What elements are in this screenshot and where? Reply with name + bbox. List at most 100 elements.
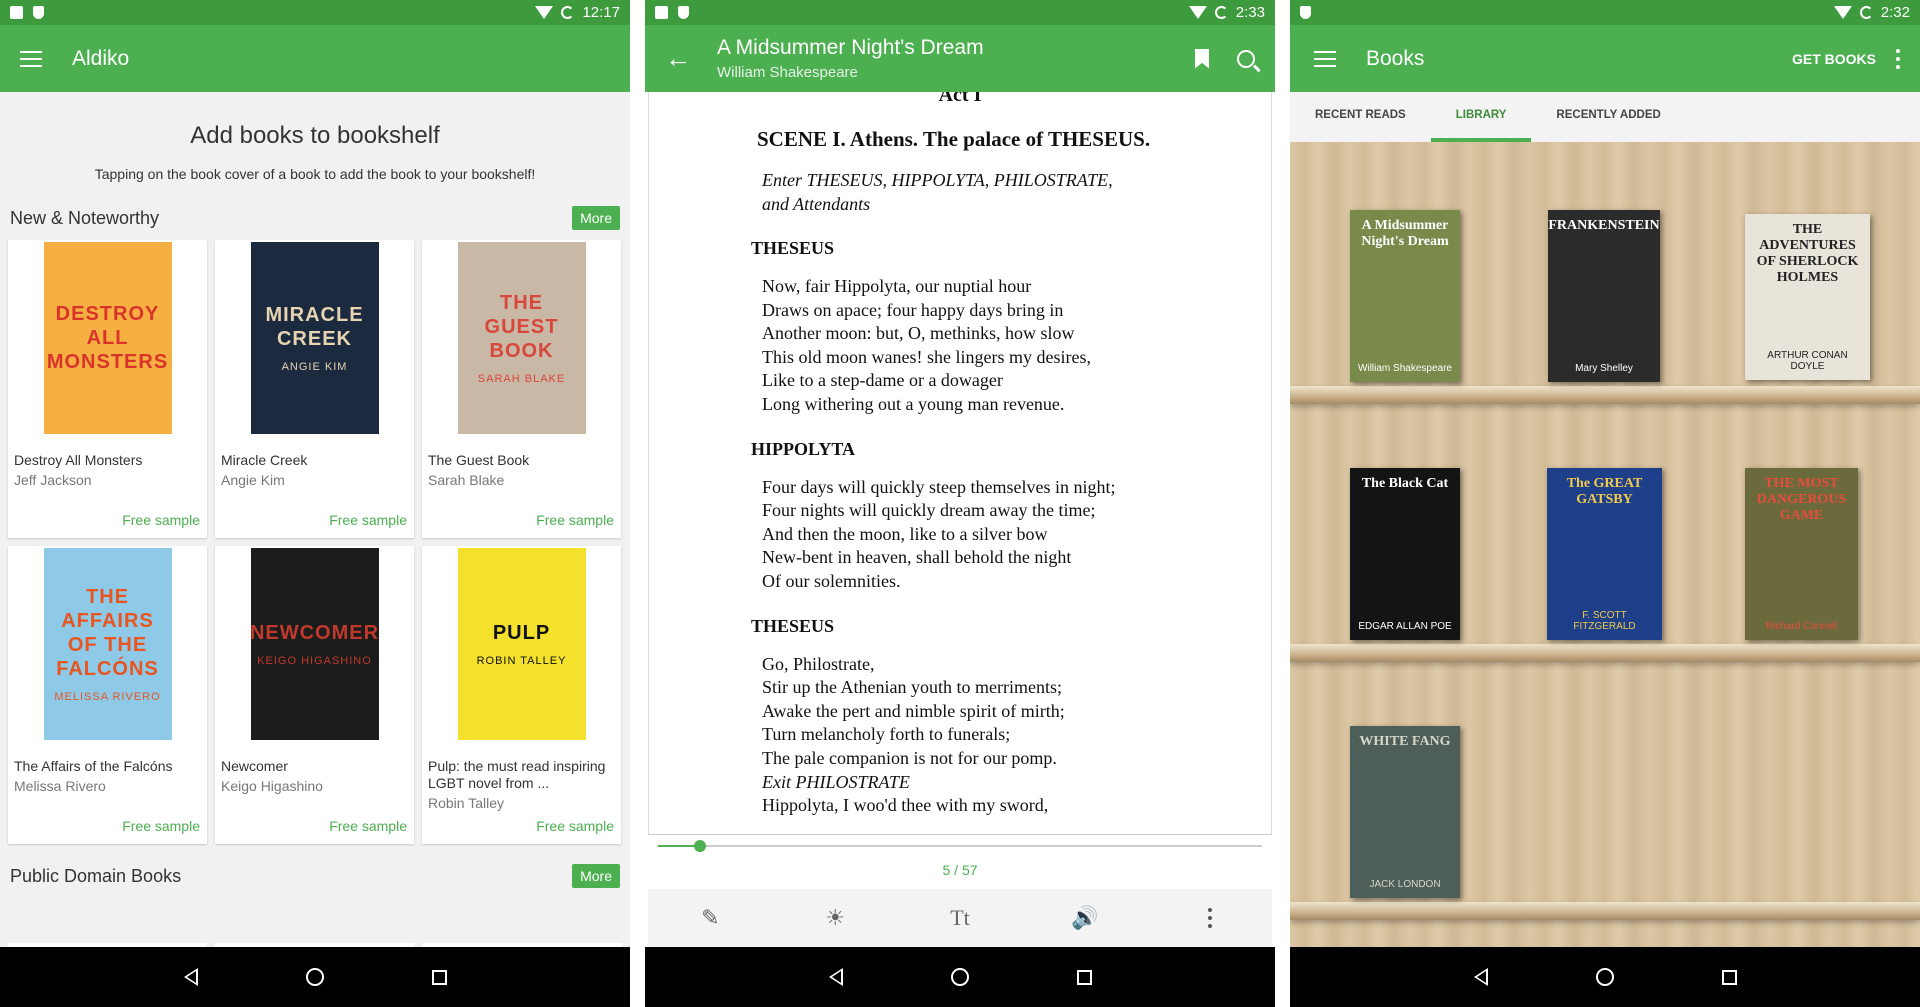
wifi-icon [1833, 6, 1852, 19]
back-arrow-icon[interactable]: ← [665, 43, 695, 74]
shelf-book[interactable]: A Midsummer Night's Dream William Shakesp… [1350, 210, 1460, 382]
shelf-book[interactable]: The GREAT GATSBY F. SCOTT FITZGERALD [1547, 468, 1662, 640]
recents-icon[interactable] [1076, 969, 1092, 985]
overflow-menu-icon[interactable] [1190, 908, 1230, 928]
home-icon[interactable] [305, 968, 324, 986]
image-notification-icon [655, 6, 668, 19]
home-icon[interactable] [1595, 968, 1614, 986]
overflow-menu-icon[interactable] [1896, 48, 1900, 69]
book-cover[interactable]: MIRACLE CREEK ANGIE KIM [250, 242, 379, 434]
shelf-book-title: WHITE FANG [1359, 734, 1451, 749]
book-author: Sarah Blake [428, 472, 505, 488]
books-app-bar: Books GET BOOKS [1290, 25, 1920, 92]
book-card[interactable]: DESTROY ALL MONSTERS Destroy All Monsters… [8, 240, 207, 538]
status-bar: 12:17 [0, 0, 630, 25]
shelf-book-author: EDGAR ALLAN POE [1358, 621, 1452, 632]
shelf-book-title: THE ADVENTURES OF SHERLOCK HOLMES [1756, 222, 1859, 285]
cover-author: ANGIE KIM [281, 361, 348, 373]
book-cover[interactable]: DESTROY ALL MONSTERS [43, 242, 172, 434]
shelf-board [1290, 902, 1920, 920]
progress-track[interactable] [658, 840, 1262, 852]
verse-line: Turn melancholy forth to funerals; [762, 724, 1011, 745]
shelf-book-author: Richard Connell [1765, 621, 1838, 632]
free-sample-link[interactable]: Free sample [122, 512, 200, 528]
reader-app-bar: ← A Midsummer Night's Dream William Shak… [645, 25, 1275, 92]
shelf-book[interactable]: WHITE FANG JACK LONDON [1350, 726, 1460, 898]
more-button[interactable]: More [572, 206, 620, 230]
speaker-name: THESEUS [751, 615, 835, 636]
book-cover[interactable]: NEWCOMER KEIGO HIGASHINO [250, 548, 379, 740]
book-author: Robin Talley [428, 795, 505, 811]
wifi-icon [1188, 6, 1207, 19]
stage-direction: Enter THESEUS, HIPPOLYTA, PHILOSTRATE, a… [762, 168, 1271, 216]
back-icon[interactable] [828, 968, 843, 986]
book-cover[interactable]: PULP ROBIN TALLEY [457, 548, 586, 740]
tab-recent-reads[interactable]: RECENT READS [1290, 92, 1431, 142]
act-heading: Act I [938, 92, 982, 106]
verse-line: Four nights will quickly dream away the … [762, 500, 1096, 521]
reading-page[interactable]: Act I SCENE I. Athens. The palace of THE… [648, 92, 1272, 834]
free-sample-link[interactable]: Free sample [329, 818, 407, 834]
book-cover[interactable]: THE AFFAIRS OF THE FALCÓNS MELISSA RIVERO [43, 548, 172, 740]
shelf-book[interactable]: THE MOST DANGEROUS GAME Richard Connell [1745, 468, 1858, 640]
recents-icon[interactable] [431, 969, 447, 985]
get-books-button[interactable]: GET BOOKS [1792, 51, 1876, 67]
verse-line: Another moon: but, O, methinks, how slow [762, 323, 1075, 344]
free-sample-link[interactable]: Free sample [536, 818, 614, 834]
brightness-icon[interactable]: ☀ [815, 905, 855, 931]
app-title: Aldiko [72, 46, 130, 70]
status-time: 12:17 [582, 4, 620, 21]
free-sample-link[interactable]: Free sample [122, 818, 200, 834]
shelf-book[interactable]: The Black Cat EDGAR ALLAN POE [1350, 468, 1460, 640]
back-icon[interactable] [183, 968, 198, 986]
status-bar: 2:33 [645, 0, 1275, 25]
android-nav-bar [0, 947, 630, 1007]
back-icon[interactable] [1473, 968, 1488, 986]
book-card[interactable]: PULP ROBIN TALLEY Pulp: the must read insp… [422, 546, 621, 844]
progress-thumb[interactable] [694, 840, 707, 852]
shield-notification-icon [678, 6, 689, 19]
verse-line: Long withering out a young man revenue. [762, 393, 1065, 414]
more-button[interactable]: More [572, 864, 620, 888]
section-header-new-noteworthy: New & Noteworthy More [0, 206, 630, 230]
tab-library[interactable]: LIBRARY [1430, 92, 1532, 142]
reader-toolbar: ✎ ☀ Tt 🔊 [648, 889, 1272, 947]
bookmark-icon[interactable] [1195, 48, 1209, 69]
shelf-board [1290, 386, 1920, 404]
menu-icon[interactable] [1314, 50, 1336, 67]
book-card[interactable]: THE AFFAIRS OF THE FALCÓNS MELISSA RIVERO… [8, 546, 207, 844]
free-sample-link[interactable]: Free sample [536, 512, 614, 528]
verse-block: Now, fair Hippolyta, our nuptial hour Dr… [762, 275, 1271, 417]
shelf-book-title: The Black Cat [1361, 476, 1449, 491]
exit-direction: Exit PHILOSTRATE [762, 771, 910, 792]
library-tabs: RECENT READS LIBRARY RECENTLY ADDED [1290, 92, 1920, 142]
verse-block: Go, Philostrate, Stir up the Athenian yo… [762, 653, 1271, 818]
book-card[interactable]: MIRACLE CREEK ANGIE KIM Miracle Creek Angie… [215, 240, 414, 538]
highlighter-icon[interactable]: ✎ [690, 905, 730, 931]
menu-icon[interactable] [20, 50, 42, 67]
book-title: The Affairs of the Falcóns [14, 758, 173, 774]
font-settings-button[interactable]: Tt [940, 905, 980, 931]
cover-area: NEWCOMER KEIGO HIGASHINO [215, 546, 414, 746]
store-content: Add books to bookshelf Tapping on the bo… [0, 92, 630, 947]
shelf-book[interactable]: FRANKENSTEIN Mary Shelley [1548, 210, 1660, 382]
book-card[interactable]: NEWCOMER KEIGO HIGASHINO Newcomer Keigo Hig… [215, 546, 414, 844]
home-icon[interactable] [950, 968, 969, 986]
book-card[interactable]: THE GUEST BOOK SARAH BLAKE The Guest Book S… [422, 240, 621, 538]
shelf-book[interactable]: THE ADVENTURES OF SHERLOCK HOLMES ARTHUR … [1745, 214, 1870, 380]
shelf-book-title: THE MOST DANGEROUS GAME [1756, 476, 1847, 523]
search-icon[interactable] [1237, 49, 1255, 68]
next-row-preview [8, 943, 622, 947]
shelf-book-author: JACK LONDON [1369, 879, 1441, 890]
android-nav-bar [1290, 947, 1920, 1007]
tab-recently-added[interactable]: RECENTLY ADDED [1531, 92, 1685, 142]
book-cover[interactable]: THE GUEST BOOK SARAH BLAKE [457, 242, 586, 434]
verse-line: Like to a step-dame or a dowager [762, 370, 1003, 391]
stage-line: and Attendants [762, 194, 871, 214]
speaker-icon[interactable]: 🔊 [1065, 905, 1105, 931]
cover-area: THE AFFAIRS OF THE FALCÓNS MELISSA RIVERO [8, 546, 207, 746]
bookshelf: A Midsummer Night's Dream William Shakesp… [1290, 142, 1920, 947]
cover-title: NEWCOMER [250, 622, 379, 644]
free-sample-link[interactable]: Free sample [329, 512, 407, 528]
recents-icon[interactable] [1721, 969, 1737, 985]
